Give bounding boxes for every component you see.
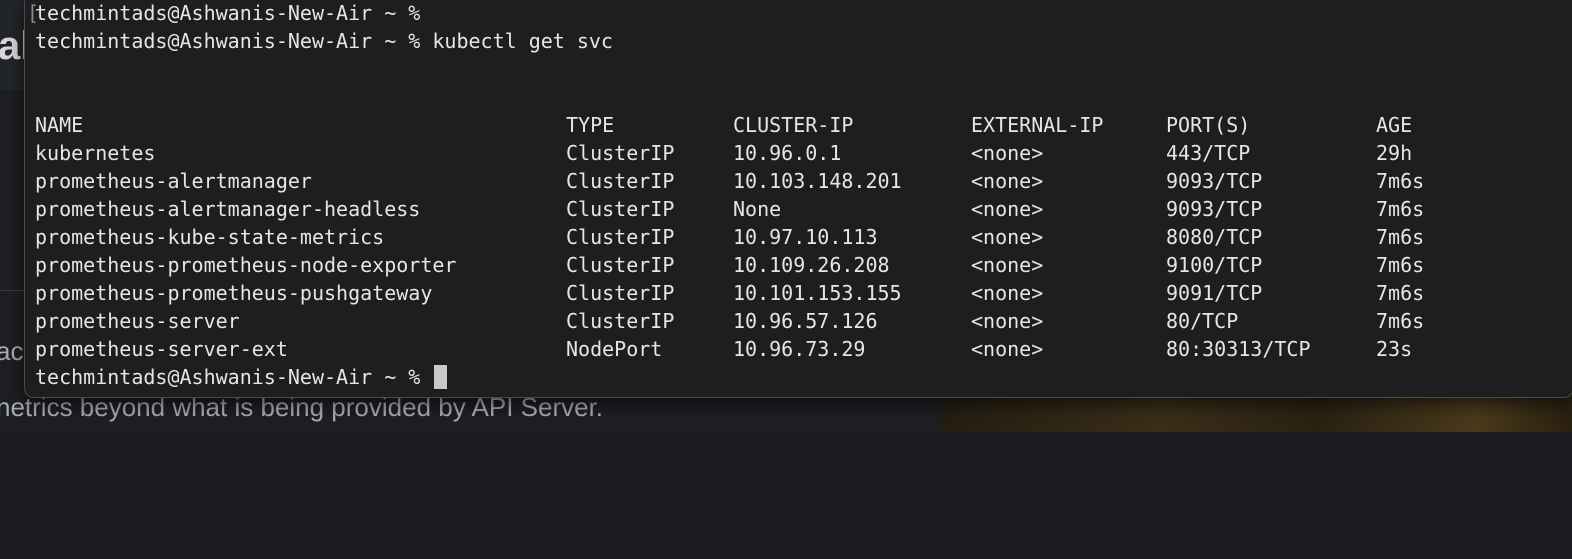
service-type: ClusterIP bbox=[566, 169, 675, 193]
header-external-ip: EXTERNAL-IP bbox=[971, 113, 1104, 137]
shell-prompt: techmintads@Ashwanis-New-Air ~ % bbox=[35, 29, 421, 53]
external-ip: <none> bbox=[971, 169, 1044, 193]
age: 7m6s bbox=[1376, 281, 1425, 305]
service-type: ClusterIP bbox=[566, 281, 675, 305]
age: 23s bbox=[1376, 337, 1413, 361]
external-ip: <none> bbox=[971, 141, 1044, 165]
external-ip: <none> bbox=[971, 253, 1044, 277]
ports: 80:30313/TCP bbox=[1166, 337, 1311, 361]
cluster-ip: 10.97.10.113 bbox=[733, 225, 878, 249]
service-type: ClusterIP bbox=[566, 225, 675, 249]
service-type: NodePort bbox=[566, 337, 663, 361]
age: 7m6s bbox=[1376, 225, 1425, 249]
service-name: prometheus-prometheus-pushgateway bbox=[35, 281, 433, 305]
service-name: prometheus-alertmanager-headless bbox=[35, 197, 421, 221]
background-text: ac bbox=[0, 336, 24, 366]
ports: 8080/TCP bbox=[1166, 225, 1263, 249]
table-row: prometheus-alertmanager ClusterIP 10.103… bbox=[35, 167, 1535, 195]
cluster-ip: 10.96.57.126 bbox=[733, 309, 878, 333]
cluster-ip: 10.101.153.155 bbox=[733, 281, 902, 305]
external-ip: <none> bbox=[971, 197, 1044, 221]
service-name: prometheus-server bbox=[35, 309, 240, 333]
ports: 9100/TCP bbox=[1166, 253, 1263, 277]
service-type: ClusterIP bbox=[566, 197, 675, 221]
shell-prompt: techmintads@Ashwanis-New-Air ~ % bbox=[35, 365, 421, 389]
cluster-ip: 10.103.148.201 bbox=[733, 169, 902, 193]
external-ip: <none> bbox=[971, 309, 1044, 333]
table-header: NAME TYPE CLUSTER-IP EXTERNAL-IP PORT(S)… bbox=[35, 111, 1535, 139]
service-type: ClusterIP bbox=[566, 253, 675, 277]
service-name: prometheus-prometheus-node-exporter bbox=[35, 253, 457, 277]
terminal-window[interactable]: [ techmintads@Ashwanis-New-Air ~ % techm… bbox=[24, 0, 1572, 398]
age: 7m6s bbox=[1376, 309, 1425, 333]
header-name: NAME bbox=[35, 113, 84, 137]
ports: 443/TCP bbox=[1166, 141, 1251, 165]
background-image bbox=[942, 396, 1572, 432]
service-type: ClusterIP bbox=[566, 141, 675, 165]
text-cursor[interactable] bbox=[434, 365, 448, 389]
table-row: prometheus-server ClusterIP 10.96.57.126… bbox=[35, 307, 1535, 335]
header-ports: PORT(S) bbox=[1166, 113, 1251, 137]
age: 7m6s bbox=[1376, 253, 1425, 277]
table-row: prometheus-kube-state-metrics ClusterIP … bbox=[35, 223, 1535, 251]
ports: 9091/TCP bbox=[1166, 281, 1263, 305]
external-ip: <none> bbox=[971, 225, 1044, 249]
cluster-ip: None bbox=[733, 197, 782, 221]
header-type: TYPE bbox=[566, 113, 615, 137]
service-name: prometheus-server-ext bbox=[35, 337, 288, 361]
table-row: prometheus-prometheus-node-exporter Clus… bbox=[35, 251, 1535, 279]
table-row: prometheus-server-ext NodePort 10.96.73.… bbox=[35, 335, 1535, 363]
terminal-line: techmintads@Ashwanis-New-Air ~ % kubectl… bbox=[35, 27, 613, 55]
cluster-ip: 10.109.26.208 bbox=[733, 253, 890, 277]
terminal-input-line[interactable]: techmintads@Ashwanis-New-Air ~ % bbox=[35, 363, 448, 391]
table-row: prometheus-prometheus-pushgateway Cluste… bbox=[35, 279, 1535, 307]
table-row: kubernetes ClusterIP 10.96.0.1 <none> 44… bbox=[35, 139, 1535, 167]
external-ip: <none> bbox=[971, 337, 1044, 361]
service-name: prometheus-kube-state-metrics bbox=[35, 225, 385, 249]
cluster-ip: 10.96.0.1 bbox=[733, 141, 842, 165]
ports: 80/TCP bbox=[1166, 309, 1239, 333]
age: 7m6s bbox=[1376, 197, 1425, 221]
command-text: kubectl get svc bbox=[432, 29, 613, 53]
header-age: AGE bbox=[1376, 113, 1413, 137]
ports: 9093/TCP bbox=[1166, 169, 1263, 193]
cluster-ip: 10.96.73.29 bbox=[733, 337, 866, 361]
age: 29h bbox=[1376, 141, 1413, 165]
external-ip: <none> bbox=[971, 281, 1044, 305]
shell-prompt: techmintads@Ashwanis-New-Air ~ % bbox=[35, 1, 421, 25]
table-row: prometheus-alertmanager-headless Cluster… bbox=[35, 195, 1535, 223]
service-name: prometheus-alertmanager bbox=[35, 169, 312, 193]
service-name: kubernetes bbox=[35, 141, 156, 165]
ports: 9093/TCP bbox=[1166, 197, 1263, 221]
service-type: ClusterIP bbox=[566, 309, 675, 333]
age: 7m6s bbox=[1376, 169, 1425, 193]
header-cluster-ip: CLUSTER-IP bbox=[733, 113, 854, 137]
terminal-line: techmintads@Ashwanis-New-Air ~ % bbox=[35, 0, 420, 27]
